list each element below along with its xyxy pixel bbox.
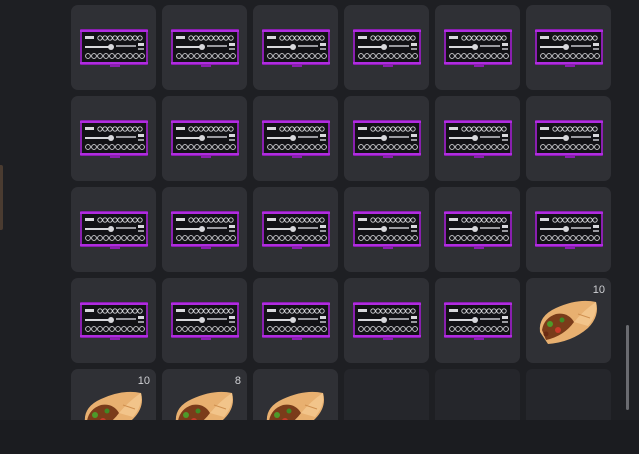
socket-set-case-icon bbox=[353, 300, 421, 340]
socket-set-case-icon bbox=[262, 27, 330, 67]
item-quantity: 10 bbox=[137, 375, 150, 387]
inventory-slot[interactable] bbox=[71, 187, 156, 272]
socket-set-case-icon bbox=[353, 27, 421, 67]
empty-inventory-slot[interactable] bbox=[344, 369, 429, 420]
inventory-slot[interactable] bbox=[253, 96, 338, 181]
inventory-slot[interactable] bbox=[526, 96, 611, 181]
inventory-slot[interactable] bbox=[253, 278, 338, 363]
inventory-slot[interactable] bbox=[344, 5, 429, 90]
socket-set-case-icon bbox=[171, 27, 239, 67]
inventory-slot[interactable]: 8 bbox=[162, 369, 247, 420]
socket-set-case-icon bbox=[444, 300, 512, 340]
socket-set-case-icon bbox=[171, 300, 239, 340]
socket-set-case-icon bbox=[262, 300, 330, 340]
inventory-slot[interactable] bbox=[162, 96, 247, 181]
socket-set-case-icon bbox=[171, 118, 239, 158]
inventory-slot[interactable] bbox=[253, 369, 338, 420]
socket-set-case-icon bbox=[262, 118, 330, 158]
burrito-icon bbox=[534, 292, 602, 352]
socket-set-case-icon bbox=[171, 209, 239, 249]
socket-set-case-icon bbox=[444, 118, 512, 158]
empty-inventory-slot[interactable] bbox=[435, 369, 520, 420]
inventory-slot[interactable] bbox=[71, 96, 156, 181]
inventory-slot[interactable] bbox=[71, 278, 156, 363]
inventory-slot[interactable] bbox=[526, 5, 611, 90]
socket-set-case-icon bbox=[444, 209, 512, 249]
inventory-slot[interactable]: 10 bbox=[526, 278, 611, 363]
socket-set-case-icon bbox=[535, 209, 603, 249]
side-panel-edge bbox=[0, 165, 3, 230]
burrito-icon bbox=[170, 383, 238, 420]
inventory-slot[interactable] bbox=[253, 5, 338, 90]
socket-set-case-icon bbox=[444, 27, 512, 67]
inventory-slot[interactable] bbox=[344, 187, 429, 272]
item-quantity: 8 bbox=[234, 375, 241, 387]
inventory-slot[interactable] bbox=[344, 96, 429, 181]
inventory-slot[interactable] bbox=[344, 278, 429, 363]
inventory-slot[interactable] bbox=[435, 96, 520, 181]
inventory-slot[interactable] bbox=[162, 278, 247, 363]
socket-set-case-icon bbox=[353, 209, 421, 249]
inventory-grid: 10 10 8 bbox=[0, 0, 625, 420]
inventory-slot[interactable] bbox=[162, 5, 247, 90]
inventory-slot[interactable] bbox=[162, 187, 247, 272]
socket-set-case-icon bbox=[535, 27, 603, 67]
inventory-slot[interactable] bbox=[71, 5, 156, 90]
socket-set-case-icon bbox=[535, 118, 603, 158]
socket-set-case-icon bbox=[353, 118, 421, 158]
inventory-slot[interactable] bbox=[435, 187, 520, 272]
scrollbar-thumb[interactable] bbox=[626, 325, 629, 410]
inventory-slot[interactable] bbox=[526, 187, 611, 272]
empty-inventory-slot[interactable] bbox=[526, 369, 611, 420]
socket-set-case-icon bbox=[80, 300, 148, 340]
inventory-slot[interactable] bbox=[253, 187, 338, 272]
socket-set-case-icon bbox=[80, 27, 148, 67]
inventory-slot[interactable] bbox=[435, 5, 520, 90]
bottom-bar bbox=[0, 420, 639, 454]
item-quantity: 10 bbox=[592, 284, 605, 296]
burrito-icon bbox=[79, 383, 147, 420]
socket-set-case-icon bbox=[80, 118, 148, 158]
inventory-slot[interactable] bbox=[435, 278, 520, 363]
socket-set-case-icon bbox=[80, 209, 148, 249]
inventory-slot[interactable]: 10 bbox=[71, 369, 156, 420]
burrito-icon bbox=[261, 383, 329, 420]
socket-set-case-icon bbox=[262, 209, 330, 249]
